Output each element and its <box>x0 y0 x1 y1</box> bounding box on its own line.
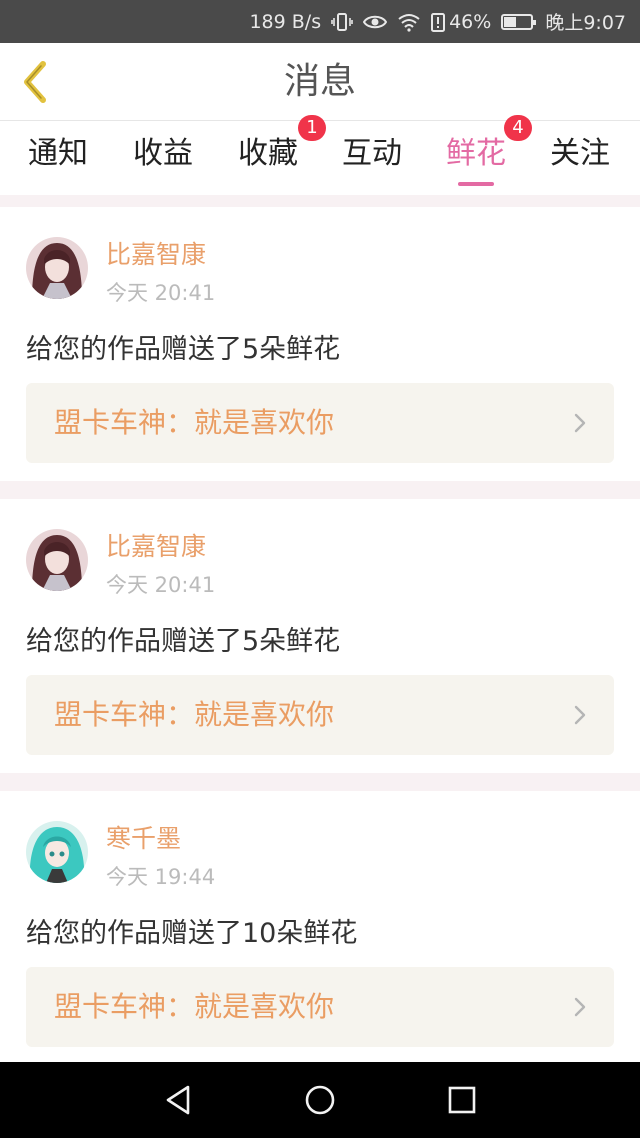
clock: 晚上9:07 <box>545 12 626 34</box>
work-title: 盟卡车神：就是喜欢你 <box>54 406 335 439</box>
chevron-right-icon <box>574 705 586 725</box>
avatar[interactable] <box>26 529 88 591</box>
navigation-bar <box>0 1062 640 1138</box>
home-circle-icon <box>305 1085 335 1115</box>
nav-recents-button[interactable] <box>442 1080 482 1120</box>
tab-bar: 通知 收益 收藏 1 互动 鲜花 4 关注 <box>0 115 640 195</box>
tab-favorites[interactable]: 收藏 1 <box>216 115 326 195</box>
eye-icon <box>363 13 388 31</box>
nav-home-button[interactable] <box>300 1080 340 1120</box>
avatar[interactable] <box>26 237 88 299</box>
battery-alert-icon <box>431 12 446 32</box>
recents-square-icon <box>448 1086 476 1114</box>
tab-label: 收藏 <box>238 136 298 171</box>
message-list: 比嘉智康 今天 20:41 给您的作品赠送了5朵鲜花 盟卡车神：就是喜欢你 比嘉… <box>0 195 640 1062</box>
battery-icon <box>501 13 537 30</box>
tab-earnings[interactable]: 收益 <box>111 121 215 195</box>
list-item: 比嘉智康 今天 20:41 给您的作品赠送了5朵鲜花 盟卡车神：就是喜欢你 <box>0 207 640 481</box>
nav-back-button[interactable] <box>158 1080 198 1120</box>
page-title: 消息 <box>283 61 356 102</box>
status-bar: 189 B/s 46% 晚上9:07 <box>0 0 640 43</box>
header: 消息 <box>0 43 640 121</box>
username[interactable]: 寒千墨 <box>106 819 181 855</box>
tab-label: 通知 <box>28 136 88 171</box>
work-link[interactable]: 盟卡车神：就是喜欢你 <box>26 383 614 463</box>
tab-notifications[interactable]: 通知 <box>6 121 110 195</box>
tab-label: 互动 <box>342 136 402 171</box>
message-text: 给您的作品赠送了5朵鲜花 <box>26 334 341 365</box>
back-button[interactable] <box>14 57 54 107</box>
vibrate-icon <box>331 12 353 32</box>
work-title: 盟卡车神：就是喜欢你 <box>54 990 335 1023</box>
timestamp: 今天 20:41 <box>106 573 216 597</box>
chevron-right-icon <box>574 997 586 1017</box>
wifi-icon <box>397 12 421 32</box>
list-item: 比嘉智康 今天 20:41 给您的作品赠送了5朵鲜花 盟卡车神：就是喜欢你 <box>0 499 640 773</box>
chevron-right-icon <box>574 413 586 433</box>
work-link[interactable]: 盟卡车神：就是喜欢你 <box>26 675 614 755</box>
work-link[interactable]: 盟卡车神：就是喜欢你 <box>26 967 614 1047</box>
avatar[interactable] <box>26 821 88 883</box>
battery-percent: 46% <box>449 10 492 33</box>
tab-label: 鲜花 <box>446 136 506 171</box>
tab-label: 关注 <box>550 136 610 171</box>
tab-label: 收益 <box>133 136 193 171</box>
message-text: 给您的作品赠送了10朵鲜花 <box>26 918 358 949</box>
chevron-left-icon <box>24 61 46 103</box>
username[interactable]: 比嘉智康 <box>106 527 206 563</box>
network-speed: 189 B/s <box>249 10 322 33</box>
timestamp: 今天 20:41 <box>106 281 216 305</box>
work-title: 盟卡车神：就是喜欢你 <box>54 698 335 731</box>
tab-follows[interactable]: 关注 <box>528 121 632 195</box>
tab-flowers[interactable]: 鲜花 4 <box>424 115 532 195</box>
active-tab-indicator <box>458 182 494 186</box>
tab-interactions[interactable]: 互动 <box>320 121 424 195</box>
username[interactable]: 比嘉智康 <box>106 235 206 271</box>
message-text: 给您的作品赠送了5朵鲜花 <box>26 626 341 657</box>
back-triangle-icon <box>166 1085 190 1115</box>
timestamp: 今天 19:44 <box>106 865 216 889</box>
list-item: 寒千墨 今天 19:44 给您的作品赠送了10朵鲜花 盟卡车神：就是喜欢你 <box>0 791 640 1062</box>
